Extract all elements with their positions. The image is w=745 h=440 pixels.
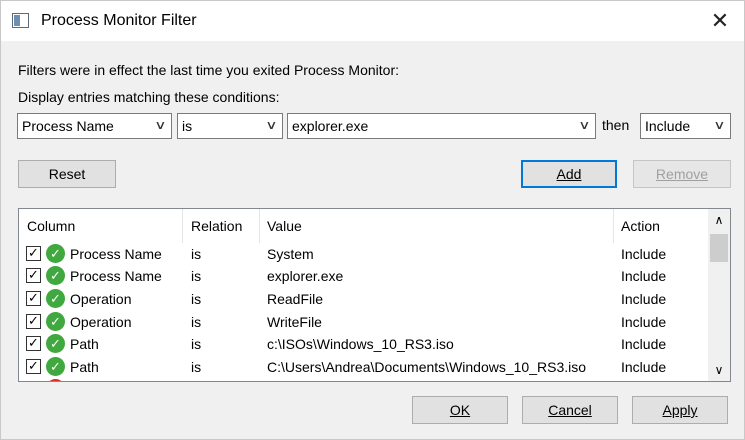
list-item[interactable] [19,378,708,382]
row-column: Process Name [70,268,162,284]
header-divider[interactable] [182,209,183,243]
row-action: Include [621,336,667,352]
action-dropdown[interactable]: Include ∨ [640,113,731,139]
row-action: Include [621,246,667,262]
scroll-thumb[interactable] [710,234,728,262]
green-check-icon: ✓ [46,357,65,376]
ok-button-label: OK [449,402,471,418]
column-dropdown[interactable]: Process Name ∨ [17,113,172,139]
red-exclude-icon [46,379,65,381]
enabled-checkbox[interactable]: ✓ [26,246,41,261]
row-action: Include [621,314,667,330]
scroll-down-icon[interactable]: ∨ [708,359,730,381]
header-divider[interactable] [259,209,260,243]
row-value: explorer.exe [267,268,344,284]
row-column: Operation [70,314,132,330]
row-value: WriteFile [267,314,322,330]
column-dropdown-value: Process Name [22,118,114,134]
cancel-button[interactable]: Cancel [522,396,618,424]
enabled-checkbox[interactable]: ✓ [26,359,41,374]
conditions-label: Display entries matching these condition… [18,89,280,105]
remove-button-label: Remove [655,166,709,182]
row-column: Path [70,359,99,375]
window-icon [12,13,29,28]
scroll-up-icon[interactable]: ∧ [708,209,730,231]
chevron-down-icon: ∨ [265,118,278,132]
row-column: Operation [70,291,132,307]
add-button[interactable]: Add [521,160,617,188]
then-label: then [602,117,630,133]
apply-button[interactable]: Apply [632,396,728,424]
cancel-button-label: Cancel [548,402,592,418]
relation-dropdown-value: is [182,118,193,134]
green-check-icon: ✓ [46,334,65,353]
apply-button-label: Apply [662,402,698,418]
add-button-label: Add [556,166,582,182]
green-check-icon: ✓ [46,312,65,331]
filter-list[interactable]: Column Relation Value Action ✓ ✓ Process… [18,208,731,382]
chevron-down-icon: ∨ [154,118,167,132]
row-relation: is [191,314,202,330]
chevron-down-icon: ∨ [578,118,591,132]
row-action: Include [621,268,667,284]
enabled-checkbox[interactable]: ✓ [26,336,41,351]
window-title: Process Monitor Filter [41,12,197,29]
list-item[interactable]: ✓ ✓ Path is C:\Users\Andrea\Documents\Wi… [19,356,708,378]
list-item[interactable]: ✓ ✓ Path is c:\ISOs\Windows_10_RS3.iso I… [19,333,708,355]
list-item[interactable]: ✓ ✓ Process Name is System Include [19,243,708,265]
relation-dropdown[interactable]: is ∨ [177,113,283,139]
row-relation: is [191,291,202,307]
ok-button[interactable]: OK [412,396,508,424]
reset-button[interactable]: Reset [18,160,116,188]
close-button[interactable]: ✕ [704,5,736,37]
row-relation: is [191,336,202,352]
row-relation: is [191,246,202,262]
header-divider[interactable] [613,209,614,243]
filter-dialog: Process Monitor Filter ✕ Filters were in… [0,0,745,440]
row-value: ReadFile [267,291,324,307]
enabled-checkbox[interactable]: ✓ [26,314,41,329]
header-column[interactable]: Column [27,218,75,234]
header-value[interactable]: Value [267,218,302,234]
chevron-down-icon: ∨ [713,118,726,132]
row-column: Process Name [70,246,162,262]
action-dropdown-value: Include [645,118,691,134]
green-check-icon: ✓ [46,244,65,263]
enabled-checkbox[interactable] [26,381,41,382]
list-item[interactable]: ✓ ✓ Process Name is explorer.exe Include [19,265,708,287]
green-check-icon: ✓ [46,289,65,308]
title-bar: Process Monitor Filter ✕ [1,1,744,41]
vertical-scrollbar[interactable]: ∧ ∨ [708,209,730,381]
list-item[interactable]: ✓ ✓ Operation is ReadFile Include [19,288,708,310]
row-action: Include [621,359,667,375]
row-relation: is [191,268,202,284]
value-combobox[interactable]: explorer.exe ∨ [287,113,596,139]
list-header: Column Relation Value Action [19,209,708,243]
header-relation[interactable]: Relation [191,218,242,234]
remove-button[interactable]: Remove [633,160,731,188]
green-check-icon: ✓ [46,266,65,285]
intro-text: Filters were in effect the last time you… [18,62,400,78]
value-combobox-text: explorer.exe [292,118,369,134]
enabled-checkbox[interactable]: ✓ [26,268,41,283]
list-item[interactable]: ✓ ✓ Operation is WriteFile Include [19,311,708,333]
row-column: Path [70,336,99,352]
row-value: c:\ISOs\Windows_10_RS3.iso [267,336,454,352]
row-action: Include [621,291,667,307]
enabled-checkbox[interactable]: ✓ [26,291,41,306]
row-value: C:\Users\Andrea\Documents\Windows_10_RS3… [267,359,587,375]
row-relation: is [191,359,202,375]
header-action[interactable]: Action [621,218,660,234]
row-value: System [267,246,314,262]
